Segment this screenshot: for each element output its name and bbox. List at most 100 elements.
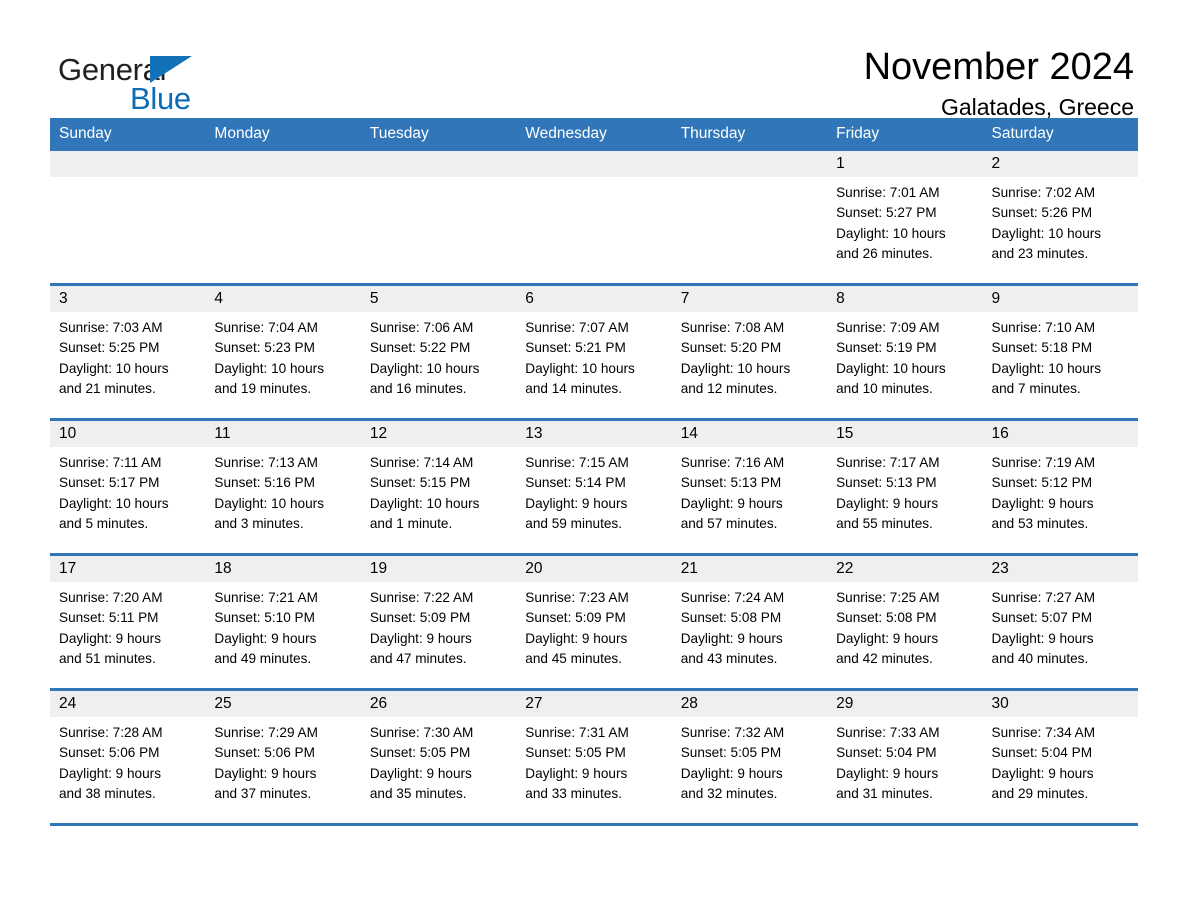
calendar-week-row: 17 Sunrise: 7:20 AM Sunset: 5:11 PM Dayligh…	[50, 554, 1138, 691]
day-cell-content: 20 Sunrise: 7:23 AM Sunset: 5:09 PM Dayligh…	[516, 556, 672, 688]
page-title: November 2024	[863, 46, 1134, 88]
calendar-week-row: 3 Sunrise: 7:03 AM Sunset: 5:25 PM Daylight…	[50, 284, 1138, 421]
day-cell-content: 15 Sunrise: 7:17 AM Sunset: 5:13 PM Dayligh…	[827, 421, 983, 553]
calendar-day-cell[interactable]: 4 Sunrise: 7:04 AM Sunset: 5:23 PM Daylight…	[205, 284, 361, 421]
day-cell-content: 21 Sunrise: 7:24 AM Sunset: 5:08 PM Dayligh…	[671, 556, 828, 688]
sunset-text: Sunset: 5:26 PM	[991, 205, 1093, 221]
calendar-day-cell[interactable]: 11 Sunrise: 7:13 AM Sunset: 5:16 PM Dayligh…	[205, 419, 361, 556]
day-cell-content: 17 Sunrise: 7:20 AM Sunset: 5:11 PM Dayligh…	[50, 556, 206, 688]
day-number: 14	[671, 421, 828, 447]
calendar-day-cell[interactable]: 6 Sunrise: 7:07 AM Sunset: 5:21 PM Daylight…	[516, 284, 672, 421]
sunrise-text: Sunrise: 7:21 AM	[214, 590, 318, 605]
sunset-text: Sunset: 5:04 PM	[991, 745, 1093, 761]
calendar-day-cell[interactable]: 2 Sunrise: 7:02 AM Sunset: 5:26 PM Daylight…	[982, 151, 1138, 286]
calendar-day-cell[interactable]: 3 Sunrise: 7:03 AM Sunset: 5:25 PM Daylight…	[50, 284, 206, 421]
calendar-day-cell[interactable]: 17 Sunrise: 7:20 AM Sunset: 5:11 PM Dayligh…	[50, 554, 206, 691]
sunset-text: Sunset: 5:11 PM	[59, 610, 159, 626]
calendar-day-cell[interactable]: 25 Sunrise: 7:29 AM Sunset: 5:06 PM Dayligh…	[205, 689, 361, 826]
day-cell-content	[516, 151, 672, 283]
daylight-text-line2: and 57 minutes.	[680, 515, 778, 531]
calendar-day-cell[interactable]: 27 Sunrise: 7:31 AM Sunset: 5:05 PM Dayligh…	[516, 689, 672, 826]
day-number	[671, 151, 828, 177]
daylight-text-line1: Daylight: 10 hours	[59, 495, 169, 511]
day-details: Sunrise: 7:01 AM Sunset: 5:27 PM Daylight:…	[827, 177, 982, 264]
sunrise-text: Sunrise: 7:34 AM	[991, 725, 1096, 740]
day-number: 3	[50, 286, 206, 312]
sunset-text: Sunset: 5:09 PM	[525, 610, 626, 626]
sunrise-text: Sunrise: 7:08 AM	[680, 320, 785, 335]
calendar-day-cell[interactable]: 15 Sunrise: 7:17 AM Sunset: 5:13 PM Dayligh…	[827, 419, 983, 556]
daylight-text-line1: Daylight: 9 hours	[680, 630, 783, 646]
sunrise-text: Sunrise: 7:07 AM	[525, 320, 629, 335]
day-details: Sunrise: 7:03 AM Sunset: 5:25 PM Daylight:…	[50, 312, 205, 399]
calendar-day-cell[interactable]: 1 Sunrise: 7:01 AM Sunset: 5:27 PM Daylight…	[827, 151, 983, 286]
day-number: 18	[205, 556, 361, 582]
calendar-day-cell[interactable]: 22 Sunrise: 7:25 AM Sunset: 5:08 PM Dayligh…	[827, 554, 983, 691]
sunrise-text: Sunrise: 7:16 AM	[680, 455, 785, 470]
day-number: 22	[827, 556, 983, 582]
day-cell-content: 18 Sunrise: 7:21 AM Sunset: 5:10 PM Dayligh…	[205, 556, 361, 688]
sunrise-text: Sunrise: 7:03 AM	[59, 320, 163, 335]
day-number: 9	[982, 286, 1138, 312]
calendar-table: Sunday Monday Tuesday Wednesday Thursday Frid…	[50, 118, 1138, 826]
daylight-text-line1: Daylight: 10 hours	[991, 225, 1102, 241]
calendar-day-cell[interactable]: 24 Sunrise: 7:28 AM Sunset: 5:06 PM Dayligh…	[50, 689, 206, 826]
day-number: 12	[360, 421, 517, 447]
day-cell-content: 16 Sunrise: 7:19 AM Sunset: 5:12 PM Dayligh…	[982, 421, 1138, 553]
weekday-header-monday: Monday	[205, 118, 361, 151]
day-cell-content: 25 Sunrise: 7:29 AM Sunset: 5:06 PM Dayligh…	[205, 691, 361, 823]
calendar-day-cell[interactable]: 19 Sunrise: 7:22 AM Sunset: 5:09 PM Dayligh…	[360, 554, 517, 691]
daylight-text-line2: and 43 minutes.	[680, 650, 778, 666]
sunrise-text: Sunrise: 7:28 AM	[59, 725, 163, 740]
generalblue-logo[interactable]: General Blue	[50, 44, 260, 114]
day-number: 5	[360, 286, 517, 312]
day-number	[516, 151, 672, 177]
day-details: Sunrise: 7:11 AM Sunset: 5:17 PM Daylight:…	[50, 447, 205, 534]
day-cell-content: 12 Sunrise: 7:14 AM Sunset: 5:15 PM Dayligh…	[360, 421, 517, 553]
daylight-text-line1: Daylight: 9 hours	[59, 765, 162, 781]
calendar-day-cell[interactable]: 14 Sunrise: 7:16 AM Sunset: 5:13 PM Dayligh…	[671, 419, 828, 556]
day-details: Sunrise: 7:17 AM Sunset: 5:13 PM Daylight:…	[827, 447, 982, 534]
sunset-text: Sunset: 5:22 PM	[369, 340, 471, 356]
calendar-day-cell[interactable]: 12 Sunrise: 7:14 AM Sunset: 5:15 PM Dayligh…	[360, 419, 517, 556]
calendar-day-cell[interactable]: 18 Sunrise: 7:21 AM Sunset: 5:10 PM Dayligh…	[205, 554, 361, 691]
page-header: General Blue November 2024 Galatades, Gr…	[50, 0, 1138, 120]
calendar-day-cell[interactable]: 20 Sunrise: 7:23 AM Sunset: 5:09 PM Dayligh…	[516, 554, 672, 691]
sunset-text: Sunset: 5:14 PM	[525, 475, 626, 491]
day-details: Sunrise: 7:27 AM Sunset: 5:07 PM Daylight:…	[983, 582, 1138, 669]
calendar-day-cell[interactable]: 8 Sunrise: 7:09 AM Sunset: 5:19 PM Daylight…	[827, 284, 983, 421]
calendar-cell-empty	[516, 151, 672, 286]
sunset-text: Sunset: 5:18 PM	[991, 340, 1093, 356]
daylight-text-line2: and 40 minutes.	[991, 650, 1089, 666]
daylight-text-line1: Daylight: 9 hours	[991, 765, 1094, 781]
calendar-day-cell[interactable]: 13 Sunrise: 7:15 AM Sunset: 5:14 PM Dayligh…	[516, 419, 672, 556]
daylight-text-line2: and 35 minutes.	[369, 785, 467, 801]
sunset-text: Sunset: 5:16 PM	[214, 475, 315, 491]
sunrise-text: Sunrise: 7:14 AM	[369, 455, 474, 470]
daylight-text-line2: and 29 minutes.	[991, 785, 1089, 801]
sunrise-text: Sunrise: 7:29 AM	[214, 725, 318, 740]
day-details: Sunrise: 7:31 AM Sunset: 5:05 PM Daylight:…	[516, 717, 671, 804]
calendar-day-cell[interactable]: 10 Sunrise: 7:11 AM Sunset: 5:17 PM Dayligh…	[50, 419, 206, 556]
calendar-day-cell[interactable]: 16 Sunrise: 7:19 AM Sunset: 5:12 PM Dayligh…	[982, 419, 1138, 556]
calendar-day-cell[interactable]: 30 Sunrise: 7:34 AM Sunset: 5:04 PM Dayligh…	[982, 689, 1138, 826]
calendar-day-cell[interactable]: 28 Sunrise: 7:32 AM Sunset: 5:05 PM Dayligh…	[671, 689, 828, 826]
calendar-day-cell[interactable]: 23 Sunrise: 7:27 AM Sunset: 5:07 PM Dayligh…	[982, 554, 1138, 691]
calendar-day-cell[interactable]: 29 Sunrise: 7:33 AM Sunset: 5:04 PM Dayligh…	[827, 689, 983, 826]
daylight-text-line1: Daylight: 9 hours	[991, 630, 1094, 646]
daylight-text-line1: Daylight: 10 hours	[991, 360, 1102, 376]
sunrise-text: Sunrise: 7:30 AM	[369, 725, 474, 740]
calendar-cell-empty	[50, 151, 206, 286]
calendar-day-cell[interactable]: 7 Sunrise: 7:08 AM Sunset: 5:20 PM Daylight…	[671, 284, 828, 421]
sunset-text: Sunset: 5:05 PM	[525, 745, 626, 761]
calendar-day-cell[interactable]: 9 Sunrise: 7:10 AM Sunset: 5:18 PM Daylight…	[982, 284, 1138, 421]
day-details: Sunrise: 7:25 AM Sunset: 5:08 PM Daylight:…	[827, 582, 982, 669]
sunset-text: Sunset: 5:20 PM	[680, 340, 782, 356]
daylight-text-line2: and 32 minutes.	[680, 785, 778, 801]
calendar-day-cell[interactable]: 26 Sunrise: 7:30 AM Sunset: 5:05 PM Dayligh…	[360, 689, 517, 826]
calendar-day-cell[interactable]: 5 Sunrise: 7:06 AM Sunset: 5:22 PM Daylight…	[360, 284, 517, 421]
daylight-text-line2: and 23 minutes.	[991, 245, 1089, 261]
calendar-day-cell[interactable]: 21 Sunrise: 7:24 AM Sunset: 5:08 PM Dayligh…	[671, 554, 828, 691]
sunset-text: Sunset: 5:13 PM	[680, 475, 782, 491]
day-number: 15	[827, 421, 983, 447]
